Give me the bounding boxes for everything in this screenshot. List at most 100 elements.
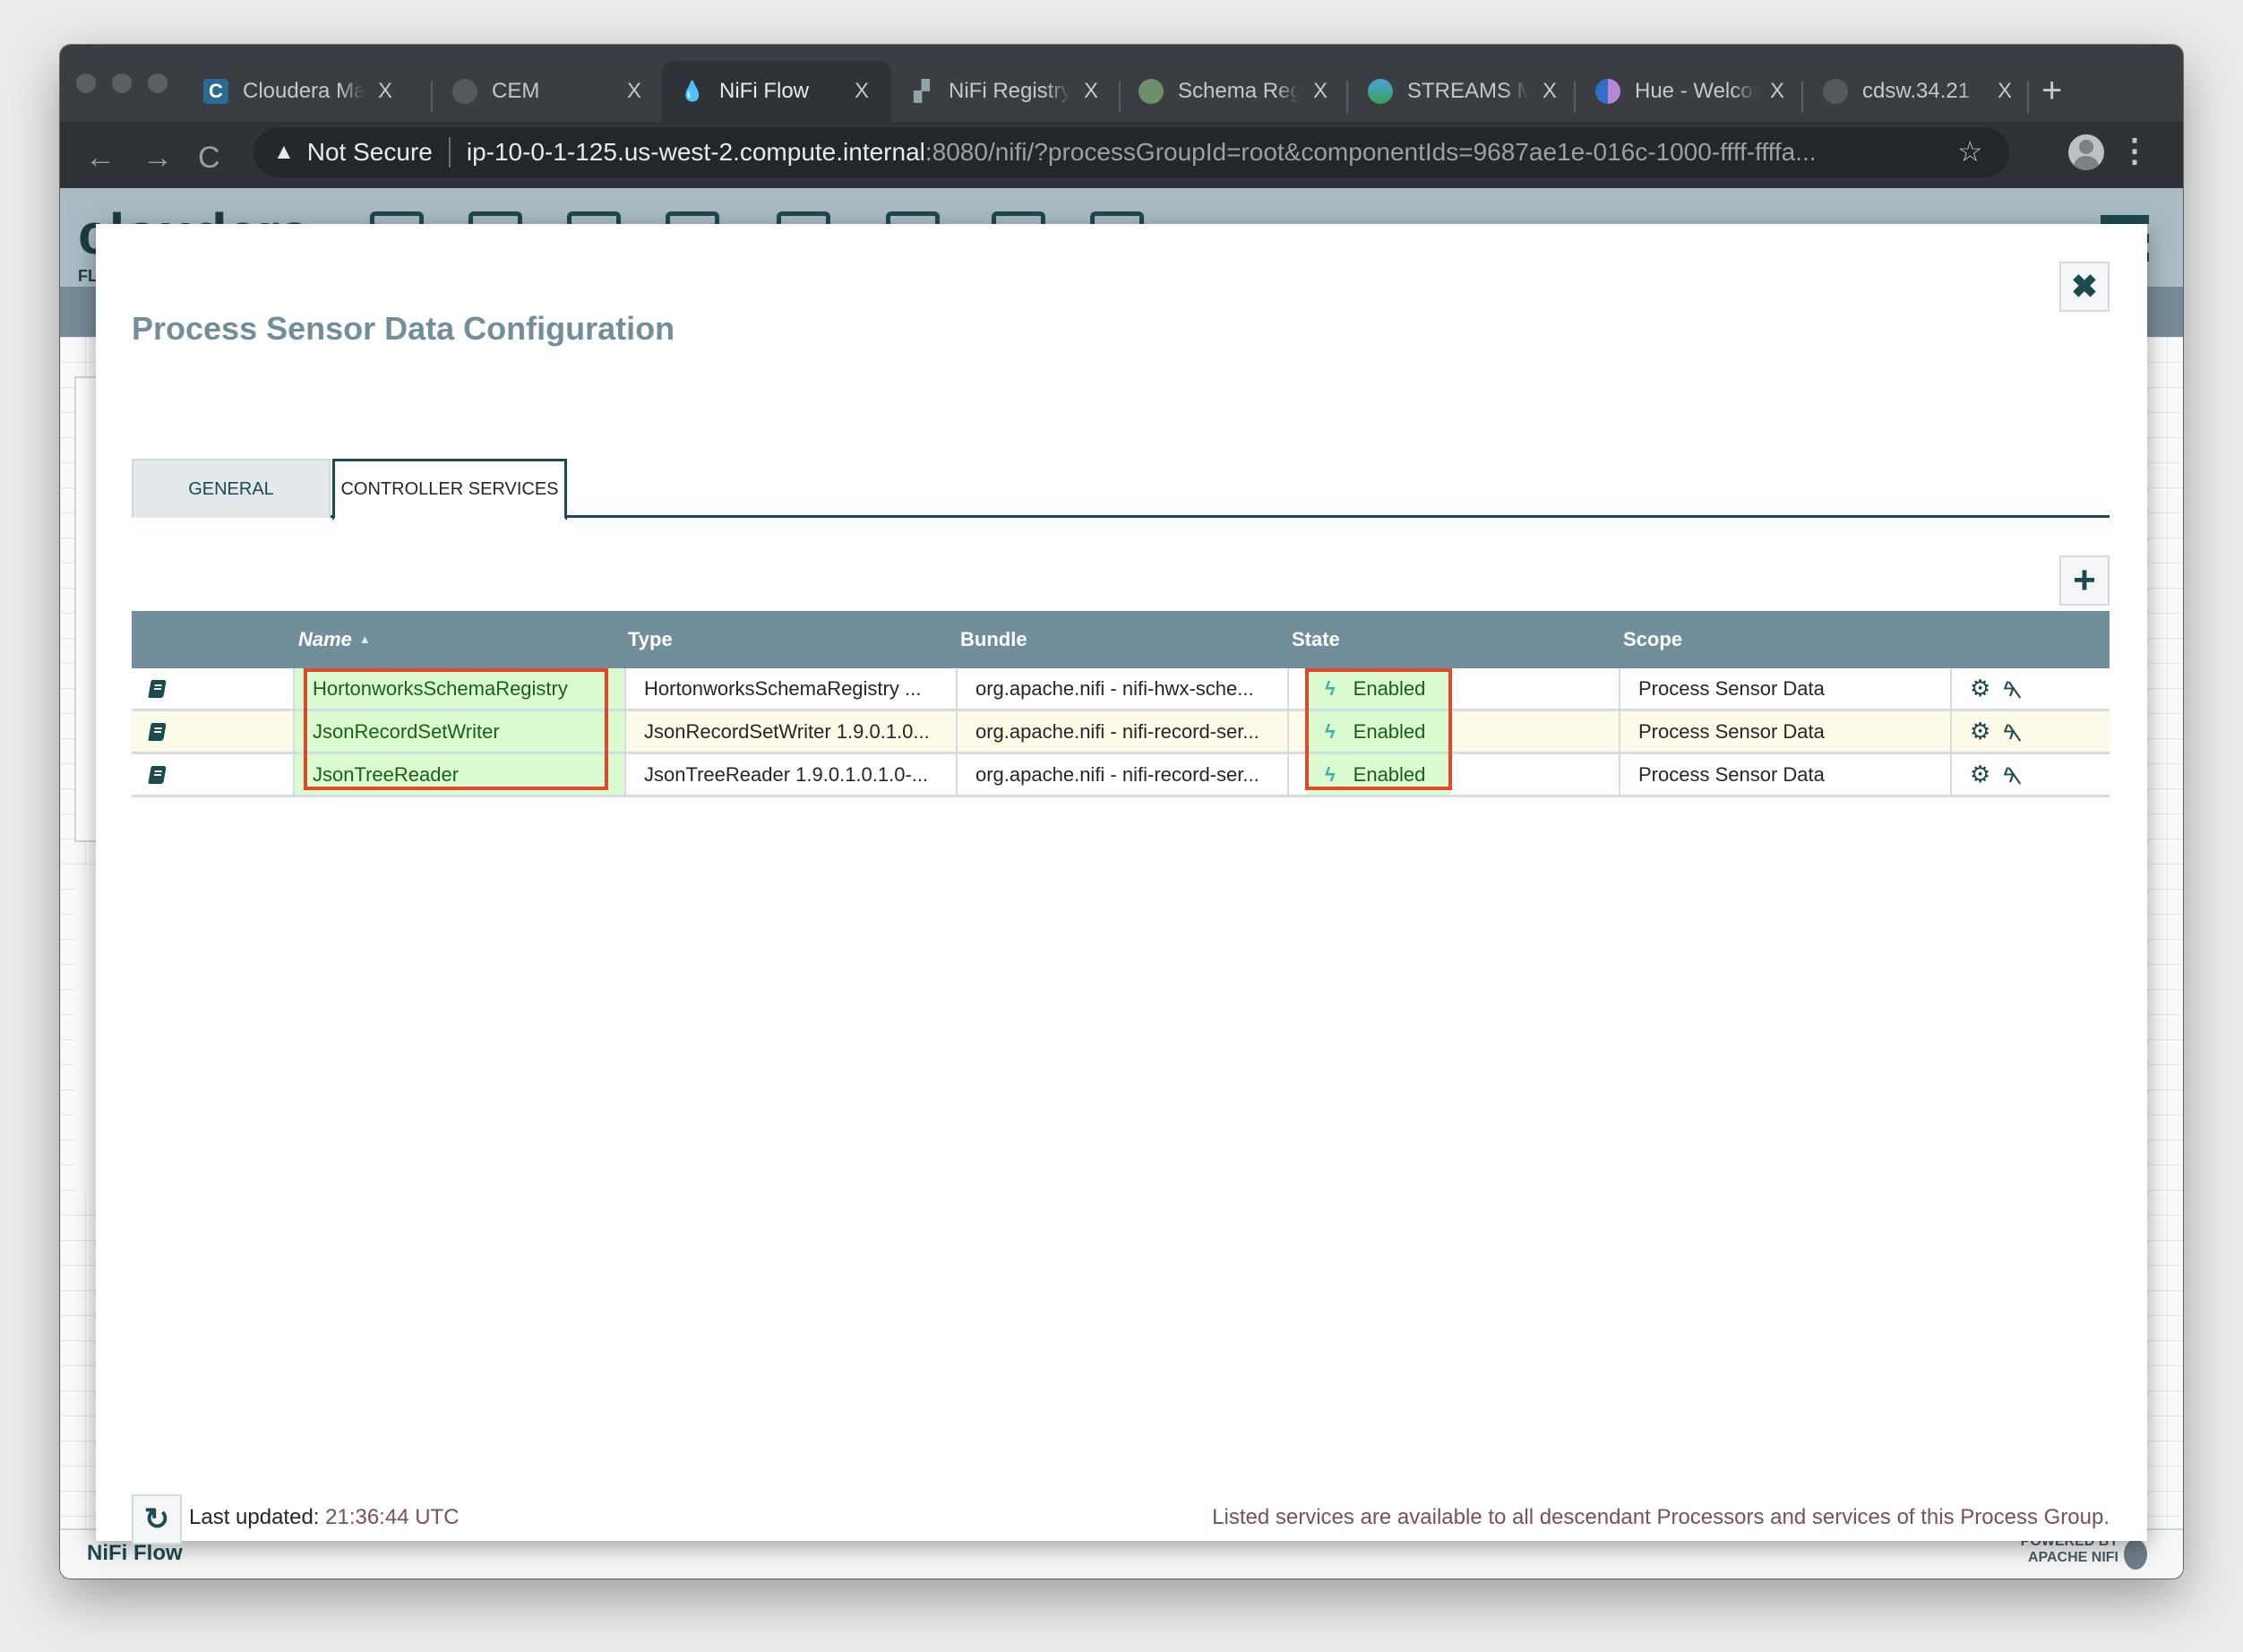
disable-icon[interactable]: ϟ <box>2003 720 2015 744</box>
name-cell: JsonRecordSetWriter <box>295 711 626 752</box>
actions-cell: ⚙ ϟ <box>1952 668 2110 709</box>
warning-icon: ▲ <box>273 140 295 164</box>
forward-button[interactable]: → <box>142 140 173 176</box>
scope-cell: Process Sensor Data <box>1620 754 1952 795</box>
window-zoom-dot[interactable] <box>148 73 168 93</box>
dialog-footer: ↻ Last updated: 21:36:44 UTC Listed serv… <box>132 1494 2110 1544</box>
tab-general[interactable]: GENERAL <box>132 459 331 518</box>
browser-tab-streams-messaging[interactable]: STREAMS MESSAGING X <box>1350 61 1579 122</box>
browser-tab-nifi-registry[interactable]: ▞ NiFi Registry X <box>891 61 1121 122</box>
add-controller-service-button[interactable]: + <box>2059 555 2110 606</box>
table-row[interactable]: JsonTreeReader JsonTreeReader 1.9.0.1.0.… <box>132 754 2110 797</box>
schema-registry-icon <box>1139 79 1164 104</box>
column-header-type[interactable]: Type <box>628 611 673 668</box>
disable-icon[interactable]: ϟ <box>2003 763 2015 787</box>
refresh-button[interactable]: ↻ <box>132 1494 182 1544</box>
table-row[interactable]: HortonworksSchemaRegistry HortonworksSch… <box>132 668 2110 711</box>
tab-close-icon[interactable]: X <box>850 79 873 104</box>
scope-note: Listed services are available to all des… <box>1212 1505 2110 1529</box>
tab-close-icon[interactable]: X <box>1766 79 1789 104</box>
new-tab-button[interactable]: + <box>2041 68 2062 113</box>
last-updated-label: Last updated: <box>189 1505 320 1529</box>
table-row[interactable]: JsonRecordSetWriter JsonRecordSetWriter … <box>132 711 2110 754</box>
tab-close-icon[interactable]: X <box>623 79 646 104</box>
dialog-tabs: GENERAL CONTROLLER SERVICES <box>132 459 2110 521</box>
browser-tab-cem[interactable]: CEM X <box>434 61 664 122</box>
last-updated-timestamp: 21:36:44 UTC <box>325 1505 460 1529</box>
browser-tab-schema-registry[interactable]: Schema Registry X <box>1121 61 1350 122</box>
tab-separator <box>431 81 433 113</box>
usage-cell <box>132 754 295 795</box>
breadcrumb-root[interactable]: NiFi Flow <box>87 1541 183 1566</box>
book-icon[interactable] <box>148 766 167 784</box>
browser-menu-icon[interactable]: ⋮ <box>2118 131 2151 170</box>
browser-tab-cloudera-manager[interactable]: C Cloudera Manager X <box>185 61 415 122</box>
bundle-cell: org.apache.nifi - nifi-record-ser... <box>958 711 1289 752</box>
sort-ascending-icon: ▲ <box>358 632 371 646</box>
actions-cell: ⚙ ϟ <box>1952 754 2110 795</box>
profile-avatar[interactable] <box>2068 134 2104 170</box>
column-header-state[interactable]: State <box>1292 611 1340 668</box>
bookmark-star-icon[interactable]: ☆ <box>1957 134 1983 168</box>
window-minimize-dot[interactable] <box>112 73 132 93</box>
globe-icon <box>452 79 477 104</box>
bundle-cell: org.apache.nifi - nifi-hwx-sche... <box>958 668 1289 709</box>
name-cell: JsonTreeReader <box>295 754 626 795</box>
configure-gear-icon[interactable]: ⚙ <box>1970 761 1990 787</box>
enabled-bolt-icon: ϟ <box>1325 763 1336 786</box>
security-status[interactable]: Not Secure <box>307 138 433 167</box>
tab-separator <box>1574 81 1576 113</box>
back-button[interactable]: ← <box>85 140 116 176</box>
reload-button[interactable]: C <box>198 140 220 176</box>
window-close-dot[interactable] <box>76 73 96 93</box>
type-cell: JsonRecordSetWriter 1.9.0.1.0... <box>626 711 958 752</box>
hue-icon <box>1595 79 1620 104</box>
browser-tab-strip: C Cloudera Manager X CEM X 💧 NiFi Flow X… <box>60 45 2183 122</box>
usage-cell <box>132 711 295 752</box>
dialog-title: Process Sensor Data Configuration <box>132 310 675 347</box>
scope-cell: Process Sensor Data <box>1620 668 1952 709</box>
url-path: :8080/nifi/?processGroupId=root&componen… <box>924 138 1817 166</box>
configure-gear-icon[interactable]: ⚙ <box>1970 675 1990 701</box>
book-icon[interactable] <box>148 723 167 741</box>
tab-close-icon[interactable]: X <box>1538 79 1561 104</box>
controller-services-table: Name ▲ Type Bundle State Scope Hortonwork… <box>132 611 2110 797</box>
nifi-registry-icon: ▞ <box>914 80 930 102</box>
omnibox-separator <box>448 137 451 168</box>
column-header-scope[interactable]: Scope <box>1623 611 1682 668</box>
actions-cell: ⚙ ϟ <box>1952 711 2110 752</box>
enabled-bolt-icon: ϟ <box>1325 677 1336 700</box>
tab-close-icon[interactable]: X <box>1309 79 1332 104</box>
browser-tab-cdsw[interactable]: cdsw.34.21 X <box>1805 61 2034 122</box>
last-updated: Last updated: 21:36:44 UTC <box>189 1505 460 1530</box>
column-header-name[interactable]: Name ▲ <box>298 611 371 668</box>
tab-close-icon[interactable]: X <box>1993 79 2016 104</box>
address-bar[interactable]: ▲ Not Secure ip-10-0-1-125.us-west-2.com… <box>254 127 2009 177</box>
browser-tab-nifi-flow[interactable]: 💧 NiFi Flow X <box>662 61 891 122</box>
browser-tab-hue[interactable]: Hue - Welcome X <box>1577 61 1807 122</box>
state-cell: ϟ Enabled <box>1289 711 1620 752</box>
column-header-bundle[interactable]: Bundle <box>960 611 1027 668</box>
name-cell: HortonworksSchemaRegistry <box>295 668 626 709</box>
tab-separator <box>1801 81 1803 113</box>
tab-close-icon[interactable]: X <box>1079 79 1103 104</box>
tab-separator <box>2027 81 2029 113</box>
configure-gear-icon[interactable]: ⚙ <box>1970 718 1990 744</box>
globe-icon <box>1823 79 1848 104</box>
type-cell: JsonTreeReader 1.9.0.1.0.1.0-... <box>626 754 958 795</box>
tab-close-icon[interactable]: X <box>374 79 397 104</box>
book-icon[interactable] <box>148 680 167 698</box>
tab-controller-services[interactable]: CONTROLLER SERVICES <box>332 459 567 521</box>
nifi-drop-icon: 💧 <box>680 80 705 102</box>
tab-separator <box>1346 81 1348 113</box>
state-cell: ϟ Enabled <box>1289 668 1620 709</box>
close-dialog-button[interactable]: ✖ <box>2059 262 2110 312</box>
streams-icon <box>1368 79 1393 104</box>
state-cell: ϟ Enabled <box>1289 754 1620 795</box>
configuration-dialog: ✖ Process Sensor Data Configuration GENE… <box>96 224 2147 1544</box>
table-header: Name ▲ Type Bundle State Scope <box>132 611 2110 668</box>
disable-icon[interactable]: ϟ <box>2003 677 2015 701</box>
url-host: ip-10-0-1-125.us-west-2.compute.internal <box>466 138 925 166</box>
logo-subtitle: FL <box>78 267 98 285</box>
browser-window: C Cloudera Manager X CEM X 💧 NiFi Flow X… <box>60 45 2183 1579</box>
